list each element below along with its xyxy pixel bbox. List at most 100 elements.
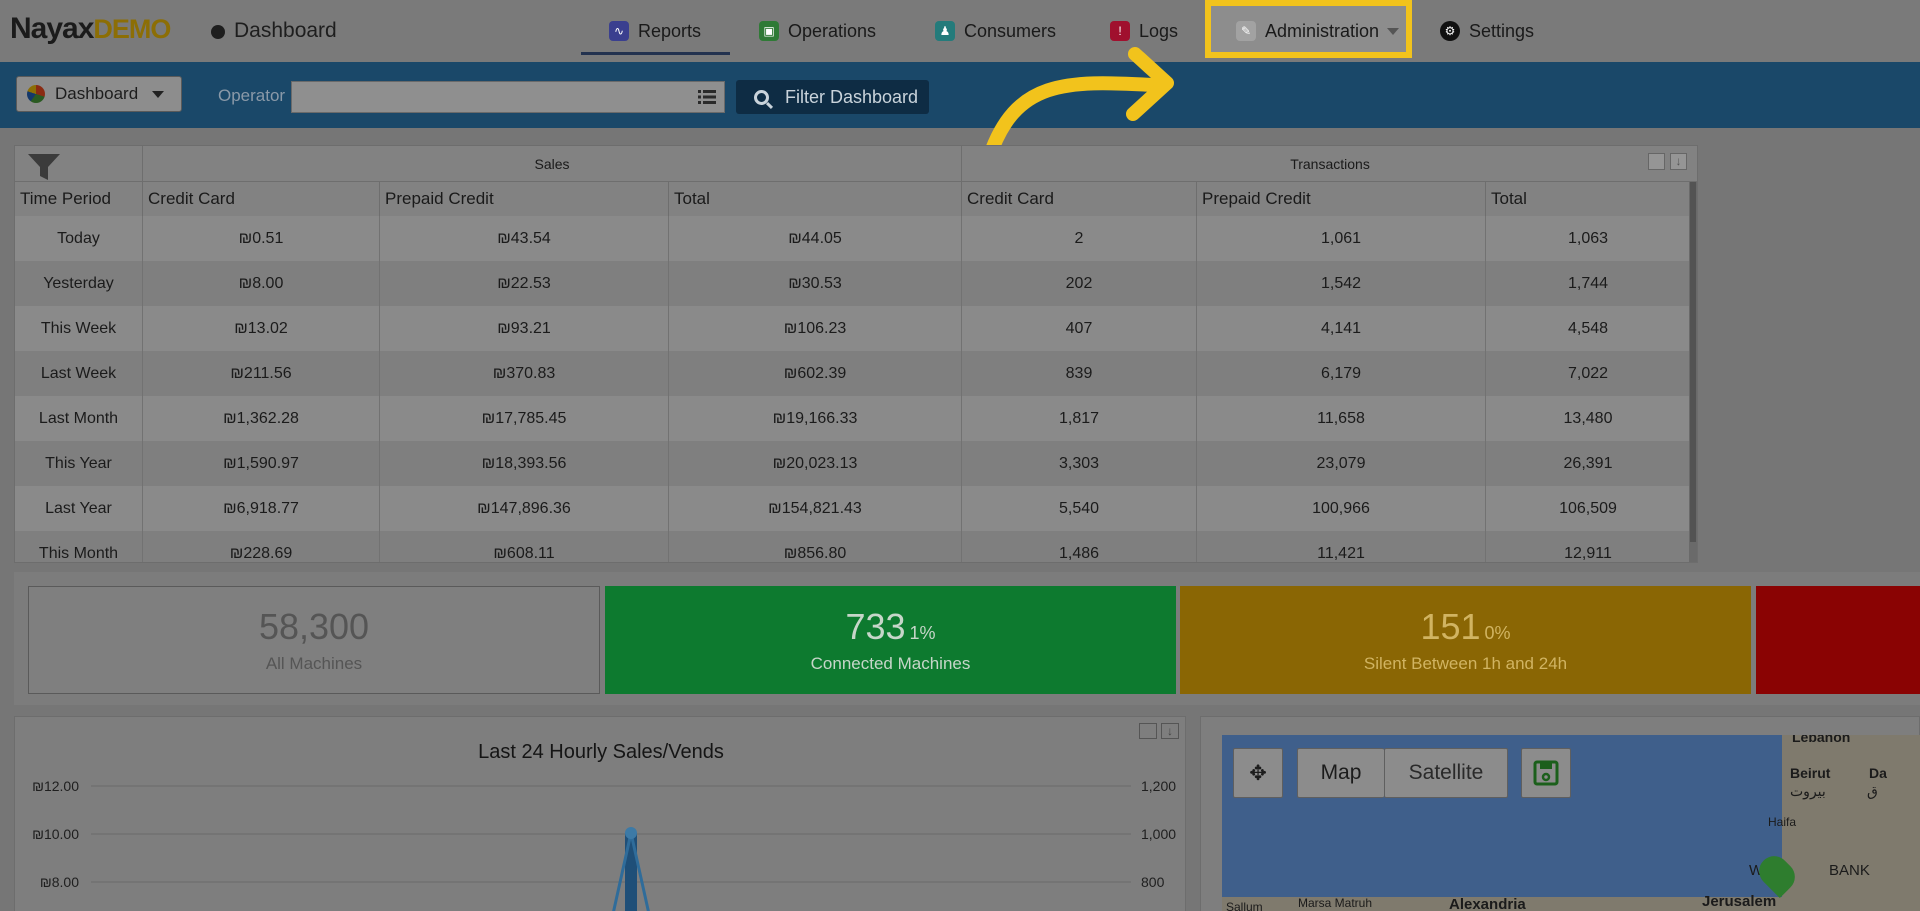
table-cell: ₪19,166.33 [669, 396, 962, 441]
table-cell: 1,817 [962, 396, 1197, 441]
map-label-beirut: Beirut [1790, 765, 1831, 781]
hourly-sales-chart: ₪12.00 1,200 ₪10.00 1,000 ₪8.00 800 [32, 778, 1176, 911]
table-cell: 6,179 [1197, 351, 1486, 396]
map-label-haifa: Haifa [1768, 815, 1797, 829]
stat-value: 58,300 [258, 606, 370, 647]
table-cell: ₪0.51 [143, 216, 380, 261]
stat-card-silent-machines[interactable]: 151 0% Silent Between 1h and 24h [1180, 586, 1751, 694]
chart-right-tick: 1,000 [1141, 826, 1176, 842]
table-cell: 1,744 [1486, 261, 1691, 306]
logo-main-text: Nayax [10, 12, 94, 45]
time-period-cell: Last Week [15, 351, 143, 396]
dashboard-dropdown[interactable]: Dashboard [16, 76, 182, 112]
tab-administration[interactable]: ✎ Administration [1236, 16, 1400, 46]
table-cell: 4,141 [1197, 306, 1486, 351]
reports-icon: ∿ [609, 21, 629, 41]
table-row[interactable]: Yesterday ₪8.00 ₪22.53 ₪30.53 202 1,542 1,744 [15, 261, 1691, 306]
table-cell: 839 [962, 351, 1197, 396]
download-icon[interactable]: ↓ [1670, 153, 1687, 170]
map-label-sallum: Sallum [1226, 900, 1263, 911]
active-tab-indicator [581, 52, 730, 55]
tab-reports[interactable]: ∿ Reports [609, 16, 701, 46]
table-cell: 12,911 [1486, 531, 1691, 562]
table-cell: 106,509 [1486, 486, 1691, 531]
table-options-icon[interactable] [1648, 153, 1665, 170]
table-row[interactable]: Last Month ₪1,362.28 ₪17,785.45 ₪19,166.33 1… [15, 396, 1691, 441]
list-icon[interactable] [698, 90, 716, 104]
operator-input[interactable] [291, 81, 725, 113]
top-nav: NayaxDEMO Dashboard ∿ Reports ▣ Operatio… [0, 0, 1920, 62]
stat-label: Connected Machines [810, 654, 971, 673]
table-cell: 23,079 [1197, 441, 1486, 486]
table-cell: 202 [962, 261, 1197, 306]
table-cell: ₪22.53 [380, 261, 669, 306]
map-view-button[interactable]: Map [1297, 748, 1384, 798]
col-time-period[interactable]: Time Period [15, 182, 143, 216]
table-cell: ₪1,362.28 [143, 396, 380, 441]
chart-bar[interactable] [625, 833, 637, 911]
chevron-down-icon [152, 90, 165, 98]
tab-administration-label: Administration [1265, 20, 1380, 41]
chart-right-tick: 1,200 [1141, 778, 1176, 794]
nayax-logo[interactable]: NayaxDEMO [10, 12, 171, 46]
table-cell: 7,022 [1486, 351, 1691, 396]
table-cell: ₪6,918.77 [143, 486, 380, 531]
machines-map[interactable]: ✥ Map Satellite Lebanon Beirut بيروت Da … [1222, 735, 1920, 911]
logo-demo-text: DEMO [93, 14, 171, 44]
table-cell: 1,486 [962, 531, 1197, 562]
table-scrollbar-thumb[interactable] [1690, 182, 1696, 542]
col-sales-credit-card[interactable]: Credit Card [143, 182, 380, 216]
col-tx-credit-card[interactable]: Credit Card [962, 182, 1197, 216]
tab-operations[interactable]: ▣ Operations [759, 16, 876, 46]
stat-card-connected-machines[interactable]: 733 1% Connected Machines [605, 586, 1176, 694]
col-tx-total[interactable]: Total [1486, 182, 1691, 216]
tab-reports-label: Reports [638, 20, 702, 41]
table-cell: 4,548 [1486, 306, 1691, 351]
table-cell: 26,391 [1486, 441, 1691, 486]
summary-table: Sales Transactions ↓ Time Period Credit … [14, 145, 1698, 563]
table-cell: 5,540 [962, 486, 1197, 531]
table-cell: ₪44.05 [669, 216, 962, 261]
operator-label: Operator [218, 86, 286, 105]
filter-icon[interactable] [27, 152, 61, 182]
map-label-lebanon: Lebanon [1792, 735, 1851, 745]
table-cell: ₪30.53 [669, 261, 962, 306]
table-cell: ₪1,590.97 [143, 441, 380, 486]
map-pan-icon[interactable]: ✥ [1233, 748, 1283, 798]
col-sales-prepaid-credit[interactable]: Prepaid Credit [380, 182, 669, 216]
table-cell: ₪18,393.56 [380, 441, 669, 486]
hourly-sales-chart-panel: Last 24 Hourly Sales/Vends ↓ ₪12.00 1,200… [14, 716, 1186, 911]
satellite-view-button[interactable]: Satellite [1384, 748, 1508, 798]
tab-settings[interactable]: ⚙ Settings [1440, 16, 1534, 46]
map-label-q: ق [1867, 783, 1878, 799]
chart-point[interactable] [625, 827, 637, 839]
table-scrollbar[interactable] [1689, 182, 1697, 562]
table-row[interactable]: This Week ₪13.02 ₪93.21 ₪106.23 407 4,141 4,54… [15, 306, 1691, 351]
operations-icon: ▣ [759, 21, 779, 41]
dashboard-pie-icon [27, 85, 45, 103]
search-icon [754, 89, 769, 105]
time-period-cell: This Year [15, 441, 143, 486]
table-row[interactable]: This Month ₪228.69 ₪608.11 ₪856.80 1,486 11,4… [15, 531, 1691, 562]
table-cell: 13,480 [1486, 396, 1691, 441]
map-label-marsa-matruh: Marsa Matruh [1298, 896, 1373, 910]
table-row[interactable]: Last Year ₪6,918.77 ₪147,896.36 ₪154,821.43… [15, 486, 1691, 531]
table-cell: 2 [962, 216, 1197, 261]
table-cell: ₪211.56 [143, 351, 380, 396]
filter-dashboard-button[interactable]: Filter Dashboard [736, 80, 929, 114]
table-row[interactable]: Today ₪0.51 ₪43.54 ₪44.05 2 1,061 1,063 [15, 216, 1691, 261]
time-period-cell: Last Year [15, 486, 143, 531]
table-cell: 11,658 [1197, 396, 1486, 441]
dashboard-toolbar: Dashboard Operator Filter Dashboard [0, 62, 1920, 128]
filter-cell [15, 146, 143, 182]
table-row[interactable]: This Year ₪1,590.97 ₪18,393.56 ₪20,023.13 3,… [15, 441, 1691, 486]
save-map-icon[interactable] [1521, 748, 1571, 798]
stat-card-offline-machines[interactable] [1756, 586, 1920, 694]
machines-map-panel: ✥ Map Satellite Lebanon Beirut بيروت Da … [1200, 716, 1920, 911]
stat-card-all-machines[interactable]: 58,300 All Machines [28, 586, 600, 694]
table-cell: ₪17,785.45 [380, 396, 669, 441]
col-tx-prepaid-credit[interactable]: Prepaid Credit [1197, 182, 1486, 216]
breadcrumb-dot-icon [211, 25, 225, 39]
col-sales-total[interactable]: Total [669, 182, 962, 216]
table-row[interactable]: Last Week ₪211.56 ₪370.83 ₪602.39 839 6,179 7,… [15, 351, 1691, 396]
